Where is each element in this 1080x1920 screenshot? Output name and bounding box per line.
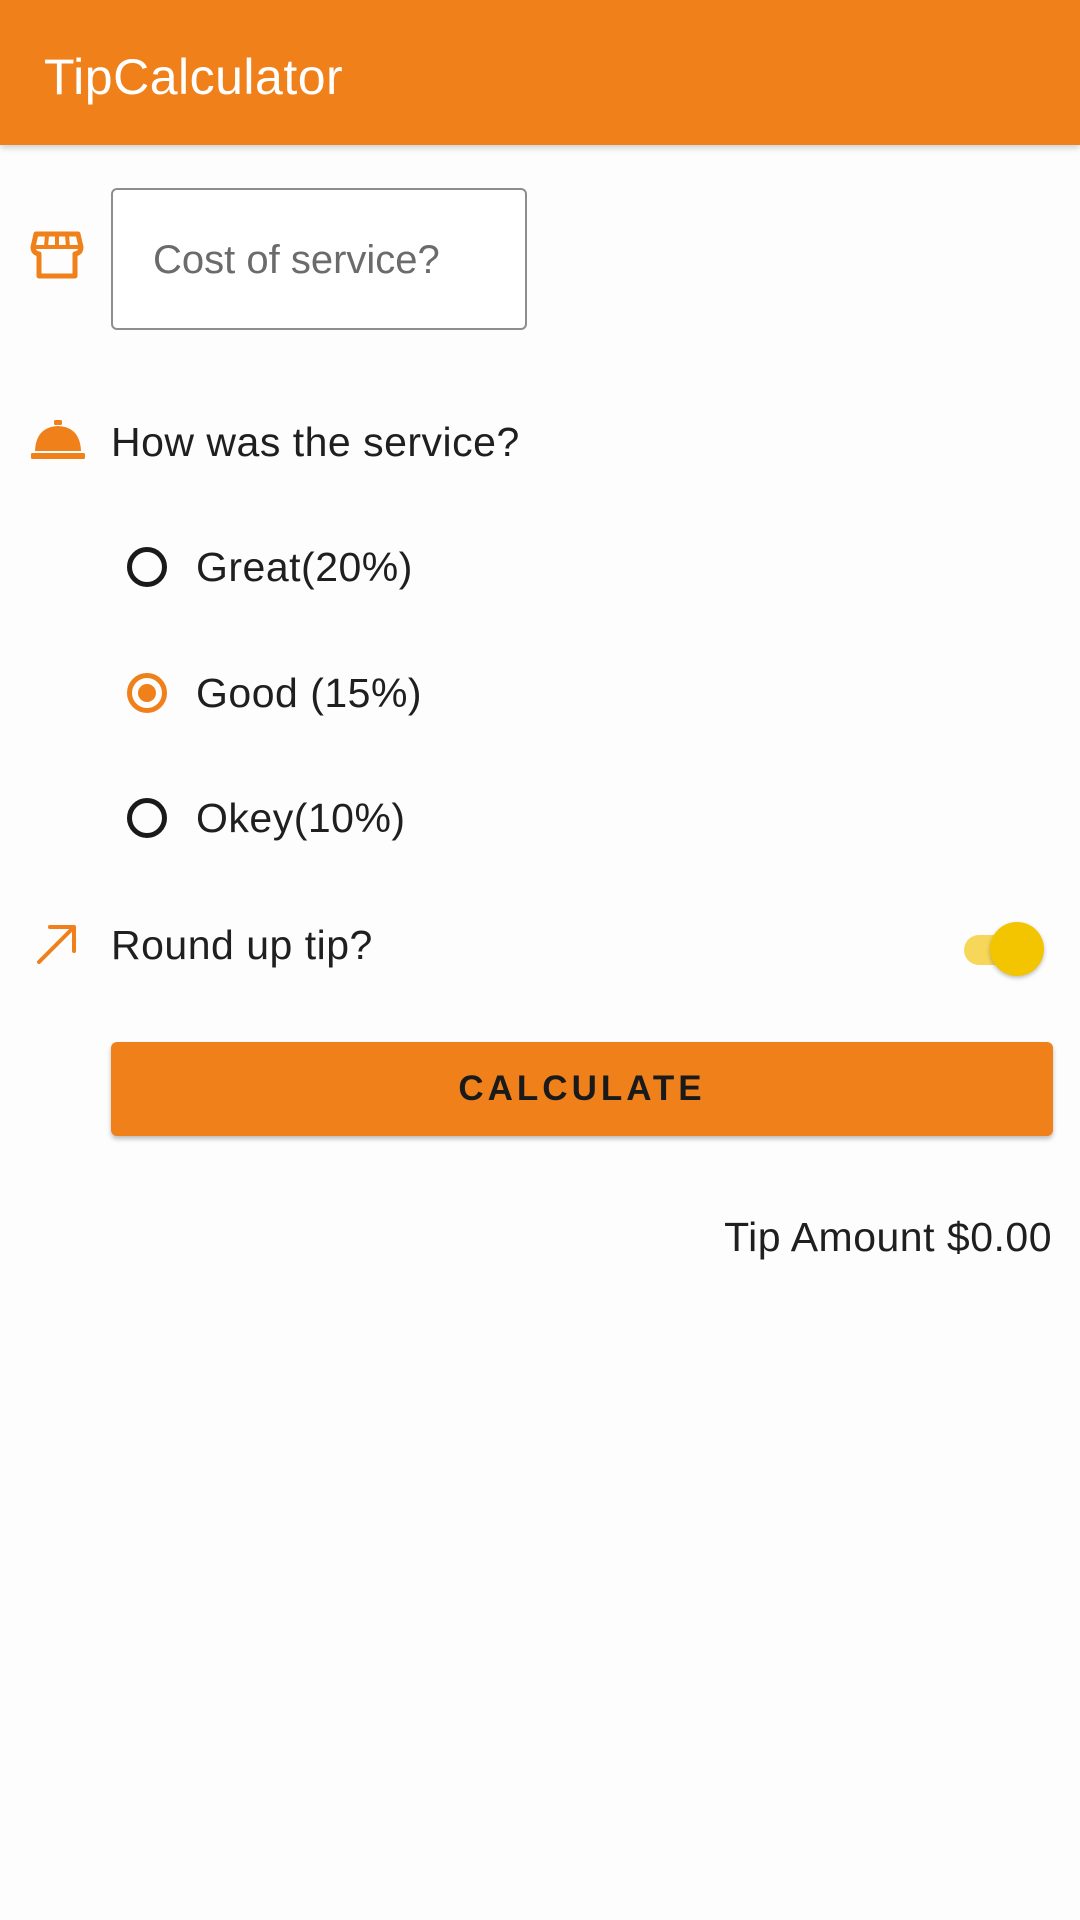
trending-up-arrow-icon <box>37 925 76 964</box>
radio-button[interactable] <box>127 547 167 587</box>
radio-button[interactable] <box>127 798 167 838</box>
cost-of-service-field[interactable] <box>111 188 527 330</box>
radio-label: Okey(10%) <box>196 795 406 841</box>
radio-option-great[interactable]: Great(20%) <box>124 540 544 600</box>
app-bar: TipCalculator <box>0 0 1080 145</box>
radio-button-selected[interactable] <box>127 673 167 713</box>
calculate-button[interactable]: CALCULATE <box>111 1042 1053 1136</box>
round-up-label: Round up tip? <box>111 922 373 968</box>
radio-label: Good (15%) <box>196 670 423 716</box>
tip-calculator-screen: TipCalculator How was the service? Great… <box>0 0 1080 1920</box>
cost-of-service-input[interactable] <box>153 228 493 292</box>
store-icon <box>30 231 84 279</box>
app-title: TipCalculator <box>44 49 344 105</box>
tip-amount-text: Tip Amount $0.00 <box>724 1214 1052 1260</box>
service-question-label: How was the service? <box>111 419 520 465</box>
service-bell-icon <box>31 420 85 459</box>
round-up-switch[interactable] <box>962 922 1046 976</box>
radio-label: Great(20%) <box>196 544 413 590</box>
radio-option-okey[interactable]: Okey(10%) <box>124 791 544 851</box>
radio-option-good[interactable]: Good (15%) <box>124 666 544 726</box>
switch-thumb[interactable] <box>990 922 1044 976</box>
